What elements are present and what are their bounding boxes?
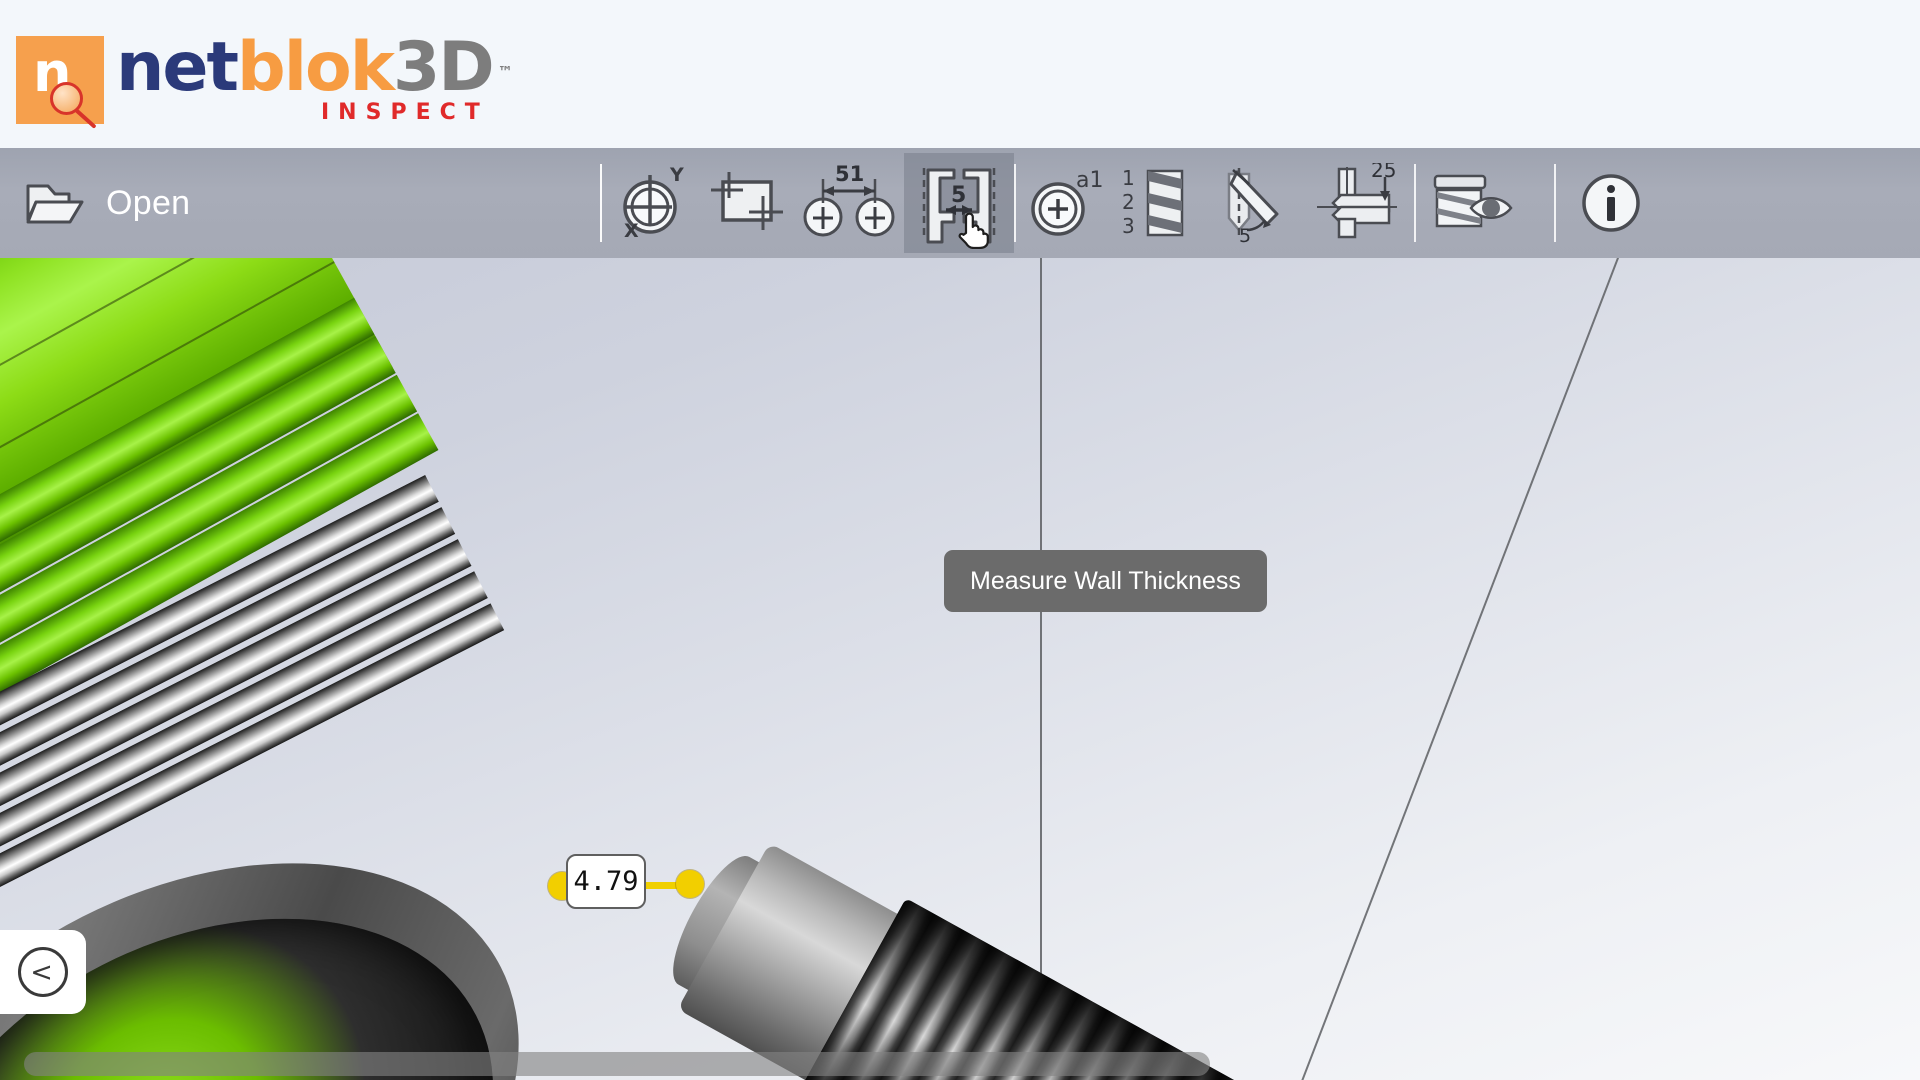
tool-chamfer-value: 5 [1239,225,1251,244]
tool-wall-thickness-value: 5 [951,183,966,208]
collapse-sidebar-button[interactable]: < [0,930,86,1014]
logo-text: netblok3D ™ INSPECT [116,27,513,125]
logo-mark-icon: n [16,35,104,129]
svg-text:2: 2 [1122,190,1135,214]
open-button-label: Open [106,183,191,222]
magnifier-handle-icon [74,108,97,129]
tool-inspect-view[interactable] [1416,153,1526,253]
measurement-point-end[interactable] [676,870,704,898]
tool-measure-position-xy[interactable]: Y X [602,153,698,253]
svg-text:Y: Y [669,165,684,186]
horizontal-scrollbar[interactable] [0,1046,1920,1080]
mouse-cursor-hand-icon [956,209,990,249]
tool-measure-angle[interactable]: a1 [1016,153,1112,253]
geometry-diagonal-line [1238,258,1642,1080]
part-gray-screw[interactable] [627,812,1277,1080]
tool-measure-hole-distance[interactable]: 51 [794,153,904,253]
tool-measure-box-corners[interactable] [698,153,794,253]
tool-angle-value: a1 [1076,168,1103,193]
tool-measure-chamfer-angle[interactable]: 5 [1208,153,1304,253]
model-viewport-3d[interactable]: 4.79 Measure Wall Thickness < [0,258,1920,1080]
logo-word-net: net [116,27,239,107]
toolbar-divider [1554,164,1556,242]
svg-text:X: X [624,220,639,241]
application-window: n netblok3D ™ INSPECT Open Y X 51 5 a1 1… [0,0,1920,1080]
tool-measure-thread-count[interactable]: 1 2 3 [1112,153,1208,253]
svg-text:1: 1 [1122,166,1135,190]
logo-word-3d: 3D [392,27,495,107]
measurement-value-label[interactable]: 4.79 [566,854,646,909]
tool-depth-value: 25 [1371,163,1396,182]
app-logo: n netblok3D ™ INSPECT [0,24,513,129]
tool-measure-depth[interactable]: 25 [1304,153,1414,253]
open-button[interactable]: Open [0,148,600,258]
tool-hole-distance-value: 51 [835,163,864,186]
tool-measure-wall-thickness[interactable]: 5 [904,153,1014,253]
tooltip: Measure Wall Thickness [944,550,1267,612]
info-button[interactable] [1556,153,1666,253]
logo-word-blok: blok [237,27,395,107]
logo-bar: n netblok3D ™ INSPECT [0,0,1920,148]
logo-wordmark: netblok3D ™ [116,27,513,107]
trademark-symbol: ™ [497,62,513,81]
measurement-tool-group: Y X 51 5 a1 1 2 3 5 25 [602,148,1526,258]
scrollbar-thumb[interactable] [24,1052,1210,1076]
folder-open-icon [26,180,84,226]
svg-text:3: 3 [1122,214,1135,238]
chevron-left-icon: < [18,947,68,997]
main-toolbar: Open Y X 51 5 a1 1 2 3 5 25 [0,148,1920,258]
